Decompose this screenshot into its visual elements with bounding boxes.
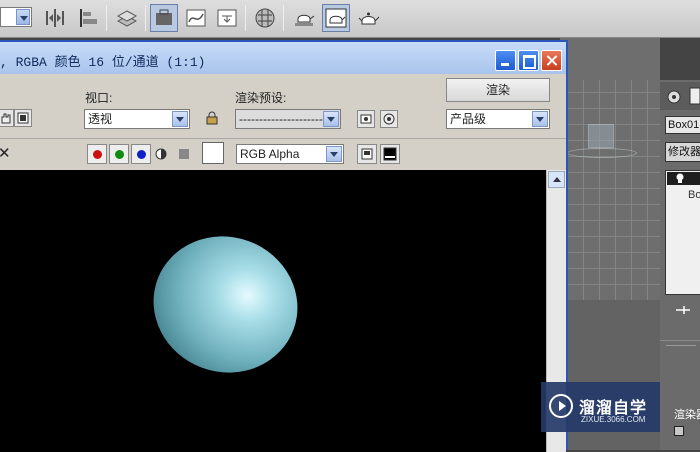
channel-toolbar: ✕ RGB Alpha xyxy=(0,138,566,168)
modifier-list-dropdown[interactable]: 修改器 xyxy=(665,142,700,162)
window-ui-icon xyxy=(383,147,397,161)
gizmo-ring xyxy=(567,148,637,158)
viewport-value: 透视 xyxy=(88,112,113,126)
lock-viewport-button[interactable] xyxy=(203,109,221,127)
chevron-down-icon xyxy=(532,111,548,127)
stack-selected-row[interactable] xyxy=(667,172,700,185)
mirror-icon xyxy=(46,9,64,27)
material-editor-button[interactable] xyxy=(251,4,279,32)
chevron-down-icon xyxy=(172,111,188,127)
teapot-settings-icon xyxy=(360,114,372,124)
alpha-channel-icon[interactable] xyxy=(155,148,167,160)
close-x-icon[interactable]: ✕ xyxy=(0,144,11,162)
title-bar: , RGBA 颜色 16 位/通道 (1:1) xyxy=(0,42,566,74)
viewport-label: 视口: xyxy=(85,91,113,105)
rollout-label: 渲染器 xyxy=(674,409,700,421)
watermark: 溜溜自学 ZIXUE.3066.COM xyxy=(541,382,660,432)
curve-editor-icon xyxy=(186,9,206,27)
toggle-ui-button[interactable] xyxy=(380,144,400,164)
box-object xyxy=(588,124,614,148)
schematic-icon xyxy=(217,9,237,27)
display-channel-dropdown[interactable]: RGB Alpha xyxy=(236,144,344,164)
selection-set-dropdown[interactable] xyxy=(0,7,32,27)
blue-dot-icon xyxy=(136,149,146,159)
blue-channel-button[interactable] xyxy=(131,144,151,164)
viewport-grid xyxy=(568,80,662,300)
stack-item[interactable]: Bo xyxy=(688,189,700,201)
chevron-down-icon xyxy=(326,146,342,162)
scene-explorer-button[interactable] xyxy=(150,4,178,32)
window-title: , RGBA 颜色 16 位/通道 (1:1) xyxy=(0,55,206,70)
toolbox-icon xyxy=(156,9,172,25)
watermark-url: ZIXUE.3066.COM xyxy=(581,415,646,424)
render-quality-value: 产品级 xyxy=(450,112,487,126)
green-channel-button[interactable] xyxy=(109,144,129,164)
command-panel-tabs xyxy=(660,82,700,110)
lightbulb-icon[interactable] xyxy=(675,173,685,183)
mirror-button[interactable] xyxy=(41,4,69,32)
render-quality-dropdown[interactable]: 产品级 xyxy=(446,109,550,129)
layer-manager-button[interactable] xyxy=(112,4,140,32)
render-canvas xyxy=(0,170,546,452)
monochrome-icon[interactable] xyxy=(179,149,189,159)
render-button[interactable]: 渲染 xyxy=(446,78,550,102)
settings-circle-icon xyxy=(383,113,395,125)
rollout-checkbox[interactable] xyxy=(674,426,684,436)
align-icon xyxy=(80,9,97,27)
rendered-frame-window: , RGBA 颜色 16 位/通道 (1:1) 视口: 透视 渲染预设: ---… xyxy=(0,40,568,452)
render-setup-small-button[interactable] xyxy=(357,110,375,128)
hand-icon xyxy=(1,113,11,124)
quick-render-button[interactable] xyxy=(355,4,383,32)
rendered-egg-object xyxy=(134,216,317,393)
color-swatch[interactable] xyxy=(202,142,224,164)
render-preset-value: ---------------------- xyxy=(239,112,327,126)
layers-icon xyxy=(116,10,137,27)
teapot-settings-icon xyxy=(295,14,315,26)
schematic-view-button[interactable] xyxy=(213,4,241,32)
chevron-down-icon xyxy=(16,9,30,25)
render-preset-dropdown[interactable]: ---------------------- xyxy=(235,109,341,129)
rendered-frame-window-button[interactable] xyxy=(322,4,350,32)
align-button[interactable] xyxy=(75,4,103,32)
pin-stack-icon[interactable] xyxy=(676,305,690,315)
display-channel-value: RGB Alpha xyxy=(240,147,300,161)
modifier-stack: Bo xyxy=(665,170,700,295)
object-name-field[interactable]: Box01 xyxy=(665,116,700,134)
viewport-dropdown[interactable]: 透视 xyxy=(84,109,190,129)
teapot-icon xyxy=(358,12,380,25)
environment-button[interactable] xyxy=(380,110,398,128)
toggle-ui-overlay-button[interactable] xyxy=(357,144,377,164)
close-button[interactable] xyxy=(541,50,562,71)
modify-tab-icon[interactable] xyxy=(688,87,700,105)
chevron-down-icon xyxy=(323,111,339,127)
render-setup-button[interactable] xyxy=(290,4,318,32)
main-toolbar xyxy=(0,0,700,38)
overlay-icon xyxy=(361,148,373,160)
region-icon xyxy=(17,112,29,124)
minimize-button[interactable] xyxy=(495,50,516,71)
play-logo-icon xyxy=(549,394,573,418)
lock-icon xyxy=(206,111,218,125)
gear-icon[interactable] xyxy=(665,88,683,106)
checker-sphere-icon xyxy=(255,8,275,28)
region-button[interactable] xyxy=(14,109,32,127)
scroll-up-icon[interactable] xyxy=(548,171,565,188)
render-controls: 视口: 透视 渲染预设: ---------------------- 渲染 产… xyxy=(0,74,566,136)
maximize-button[interactable] xyxy=(518,50,539,71)
teapot-frame-icon xyxy=(325,8,347,28)
red-channel-button[interactable] xyxy=(87,144,107,164)
render-preset-label: 渲染预设: xyxy=(235,91,287,105)
green-dot-icon xyxy=(114,149,124,159)
pan-button[interactable] xyxy=(0,109,14,127)
curve-editor-button[interactable] xyxy=(182,4,210,32)
red-dot-icon xyxy=(92,149,102,159)
